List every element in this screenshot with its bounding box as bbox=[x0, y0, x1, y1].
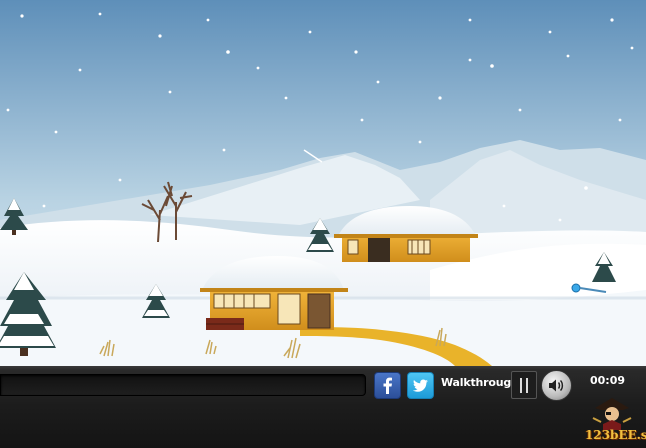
pause-icon bbox=[520, 378, 522, 393]
logo-text: 123bEE.s bbox=[585, 428, 646, 442]
hud-bar: Walkthrough 00:09 123bEE.s bbox=[0, 366, 646, 448]
facebook-button[interactable] bbox=[374, 372, 401, 399]
game-scene[interactable] bbox=[0, 0, 646, 366]
game-timer: 00:09 bbox=[590, 374, 626, 387]
facebook-icon bbox=[383, 377, 392, 394]
game-window: Walkthrough 00:09 123bEE.s bbox=[0, 0, 646, 448]
pirate-logo-icon bbox=[592, 398, 632, 430]
speaker-icon bbox=[549, 379, 564, 392]
inventory-bar[interactable] bbox=[0, 374, 366, 396]
site-logo[interactable]: 123bEE.s bbox=[583, 394, 646, 446]
twitter-icon bbox=[412, 379, 428, 392]
sound-button[interactable] bbox=[541, 370, 572, 401]
walkthrough-link[interactable]: Walkthrough bbox=[441, 376, 519, 389]
twitter-button[interactable] bbox=[407, 372, 434, 399]
pause-button[interactable] bbox=[511, 371, 537, 399]
